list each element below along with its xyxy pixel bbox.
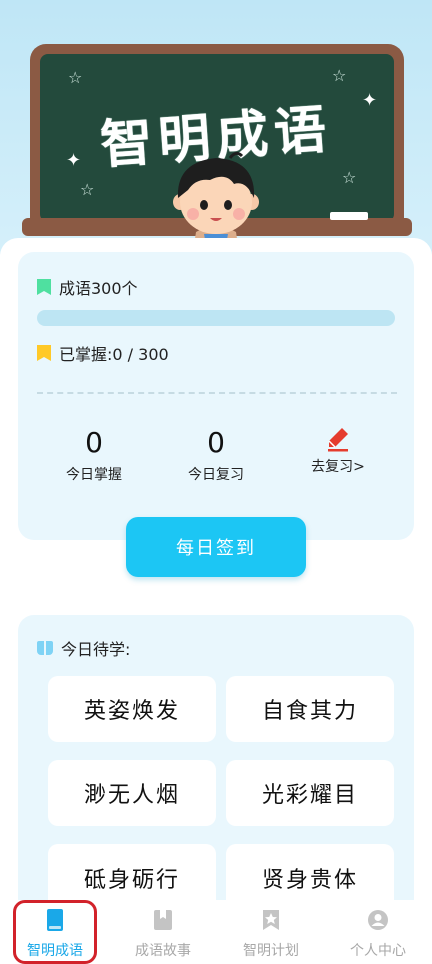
total-idioms-row: 成语300个 (37, 275, 138, 299)
idiom-card[interactable]: 贤身贵体 (226, 844, 394, 900)
tab-plan[interactable]: 智明计划 (221, 906, 321, 962)
today-mastered-value: 0 (85, 426, 103, 459)
idiom-card[interactable]: 砥身砺行 (48, 844, 216, 900)
idiom-card[interactable]: 英姿焕发 (48, 676, 216, 742)
star-icon: ☆ (332, 66, 347, 85)
boy-illustration (173, 151, 259, 245)
idiom-card[interactable]: 自食其力 (226, 676, 394, 742)
daily-checkin-button[interactable]: 每日签到 (126, 517, 306, 577)
divider (37, 392, 397, 394)
star-icon: ☆ (342, 168, 357, 187)
star-icon: ☆ (80, 180, 95, 199)
today-reviewed-value: 0 (207, 426, 225, 459)
idiom-card[interactable]: 渺无人烟 (48, 760, 216, 826)
star-icon: ☆ (68, 68, 83, 87)
yellow-bookmark-icon (37, 345, 51, 361)
green-bookmark-icon (37, 279, 51, 295)
today-reviewed-label: 今日复习 (188, 467, 244, 483)
book-icon (37, 641, 53, 655)
tab-stories[interactable]: 成语故事 (113, 906, 213, 962)
pencil-icon (328, 428, 348, 452)
today-study-title: 今日待学: (61, 640, 131, 659)
tab-stories-label: 成语故事 (135, 943, 191, 959)
chalk (330, 212, 368, 220)
total-idioms-label: 成语300个 (59, 279, 138, 298)
active-tab-highlight (13, 900, 97, 964)
tab-profile-label: 个人中心 (350, 943, 406, 959)
mastered-count-label: 已掌握:0 / 300 (59, 345, 169, 364)
tab-profile[interactable]: 个人中心 (328, 906, 428, 962)
mastered-row: 已掌握:0 / 300 (37, 341, 169, 365)
go-review-label: 去复习> (311, 459, 365, 475)
tab-plan-label: 智明计划 (243, 943, 299, 959)
today-mastered-label: 今日掌握 (66, 467, 122, 483)
today-mastered-stat: 0 今日掌握 (39, 426, 149, 484)
today-study-header: 今日待学: (37, 636, 130, 660)
user-icon (368, 910, 388, 930)
today-reviewed-stat: 0 今日复习 (161, 426, 271, 484)
star-badge-icon (263, 910, 279, 930)
go-review-link[interactable]: 去复习> (283, 426, 393, 476)
idiom-card[interactable]: 光彩耀目 (226, 760, 394, 826)
mastery-progress-bar (37, 310, 395, 326)
bookmark-book-icon (154, 910, 172, 930)
